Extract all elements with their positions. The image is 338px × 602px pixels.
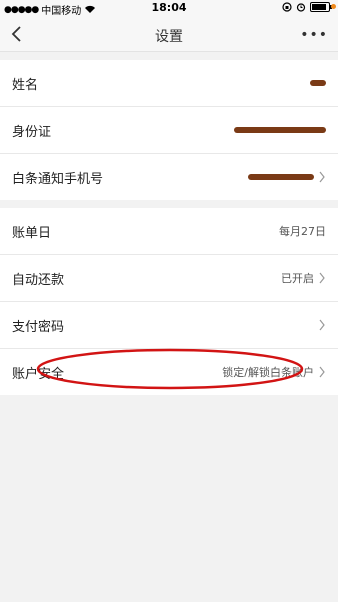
row-label: 支付密码 xyxy=(12,319,65,335)
row-label: 白条通知手机号 xyxy=(12,171,104,187)
profile-group: 姓名 身份证 白条通知手机号 xyxy=(0,60,338,200)
chevron-right-icon xyxy=(319,366,325,378)
nav-bar: 设置 ••• xyxy=(0,17,338,52)
row-id-card: 身份证 xyxy=(0,107,338,154)
row-pay-password[interactable]: 支付密码 xyxy=(0,302,338,349)
chevron-right-icon xyxy=(319,171,325,183)
redaction-mark xyxy=(310,80,326,86)
row-value-text: 锁定/解锁白条账户 xyxy=(222,366,314,379)
redaction-mark xyxy=(234,127,326,133)
more-menu-button[interactable]: ••• xyxy=(300,27,328,43)
row-label: 姓名 xyxy=(12,77,39,93)
row-value-text: 已开启 xyxy=(281,272,314,285)
redaction-mark xyxy=(248,174,314,180)
row-value xyxy=(234,127,326,133)
row-value xyxy=(310,80,326,86)
lock-rotation-icon xyxy=(282,2,292,12)
row-value: 锁定/解锁白条账户 xyxy=(222,364,326,380)
row-auto-repay[interactable]: 自动还款 已开启 xyxy=(0,255,338,302)
row-account-security[interactable]: 账户安全 锁定/解锁白条账户 xyxy=(0,349,338,395)
status-bar: ●●●●● 中国移动 18:04 xyxy=(0,0,338,17)
row-notify-phone[interactable]: 白条通知手机号 xyxy=(0,154,338,200)
row-label: 自动还款 xyxy=(12,272,65,288)
chevron-right-icon xyxy=(319,272,325,284)
settings-group: 账单日 每月27日 自动还款 已开启 支付密码 账户安全 锁定/解锁白条账户 xyxy=(0,208,338,395)
row-bill-day: 账单日 每月27日 xyxy=(0,208,338,255)
page-title: 设置 xyxy=(155,29,183,45)
row-value xyxy=(248,171,326,183)
row-name: 姓名 xyxy=(0,60,338,107)
row-value: 每月27日 xyxy=(279,225,326,238)
row-label: 账户安全 xyxy=(12,366,65,382)
alarm-icon xyxy=(296,3,306,12)
row-label: 账单日 xyxy=(12,225,52,241)
row-value: 已开启 xyxy=(281,270,326,286)
chevron-right-icon xyxy=(319,319,325,331)
row-label: 身份证 xyxy=(12,124,52,140)
notification-dot xyxy=(331,4,336,9)
row-value xyxy=(318,319,326,331)
status-right xyxy=(282,2,332,12)
battery-icon xyxy=(310,2,332,12)
